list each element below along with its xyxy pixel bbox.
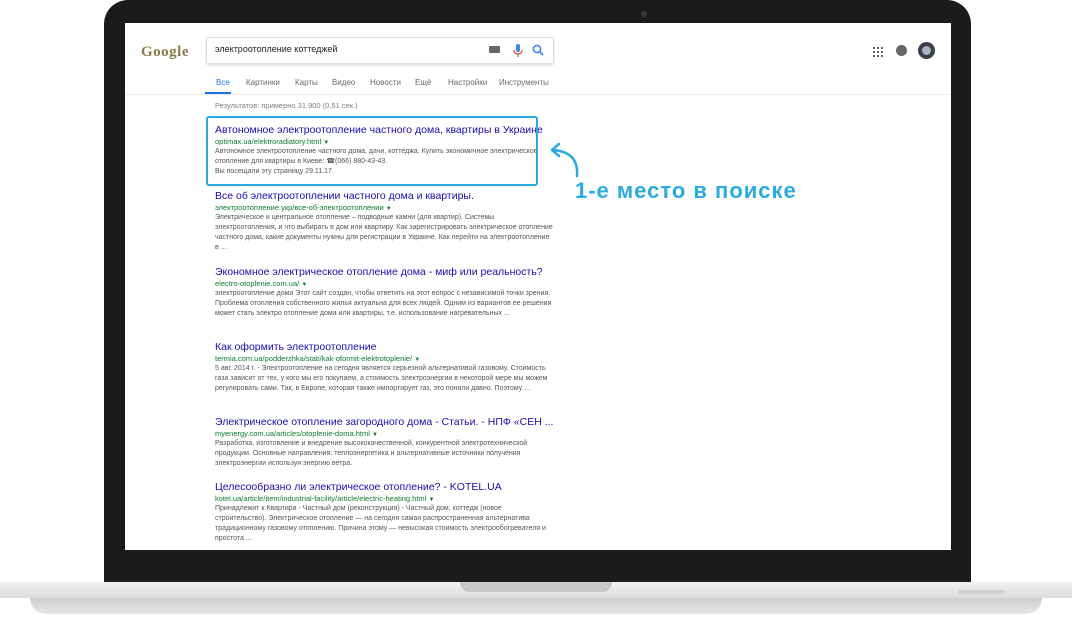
- result-title[interactable]: Как оформить электроотопление: [215, 341, 555, 353]
- notifications-icon[interactable]: [896, 45, 907, 56]
- result-title[interactable]: Электрическое отопление загородного дома…: [215, 416, 555, 428]
- browser-screen: Google Все Картинки Карты Видео Новости …: [125, 23, 951, 550]
- result-snippet: Разработка, изготовление и внедрение выс…: [215, 440, 528, 467]
- search-icon[interactable]: [532, 44, 544, 56]
- search-input[interactable]: [215, 44, 475, 54]
- tabs-divider: [125, 94, 951, 95]
- first-result-highlight: [206, 116, 538, 186]
- result-url: electro-otoplenie.com.ua/ ▼: [215, 279, 555, 288]
- base-notch: [460, 582, 612, 592]
- search-result: Как оформить электроотопление termia.com…: [215, 341, 555, 394]
- avatar[interactable]: [918, 42, 935, 59]
- tab-video[interactable]: Видео: [332, 78, 355, 87]
- tab-all[interactable]: Все: [216, 78, 230, 87]
- tab-settings[interactable]: Настройки: [448, 78, 487, 87]
- search-result: Электрическое отопление загородного дома…: [215, 416, 555, 469]
- apps-grid-icon[interactable]: [873, 47, 883, 57]
- search-result: Целесообразно ли электрическое отопление…: [215, 481, 555, 544]
- annotation-text: 1-е место в поиске: [575, 178, 797, 203]
- search-result: Все об электроотоплении частного дома и …: [215, 190, 555, 253]
- result-snippet: Электрическое и центральное отопление – …: [215, 214, 553, 251]
- camera-icon: [641, 11, 647, 17]
- tab-news[interactable]: Новости: [370, 78, 401, 87]
- result-url: termia.com.ua/podderzhka/stati/kak-oform…: [215, 354, 555, 363]
- caret-down-icon[interactable]: ▼: [386, 206, 392, 212]
- keyboard-icon[interactable]: [489, 46, 500, 53]
- result-url-text[interactable]: kotel.ua/article/item/industrial-facilit…: [215, 494, 426, 503]
- result-url-text[interactable]: electro-otoplenie.com.ua/: [215, 279, 299, 288]
- caret-down-icon[interactable]: ▼: [301, 282, 307, 288]
- caret-down-icon[interactable]: ▼: [428, 497, 434, 503]
- result-url: myenergy.com.ua/articles/otoplenie-doma.…: [215, 429, 555, 438]
- search-box[interactable]: [206, 37, 554, 64]
- result-title[interactable]: Целесообразно ли электрическое отопление…: [215, 481, 555, 493]
- curved-arrow-icon: [550, 142, 579, 178]
- caret-down-icon[interactable]: ▼: [414, 357, 420, 363]
- result-url-text[interactable]: myenergy.com.ua/articles/otoplenie-doma.…: [215, 429, 370, 438]
- result-url-text[interactable]: termia.com.ua/podderzhka/stati/kak-oform…: [215, 354, 412, 363]
- mic-icon[interactable]: [512, 44, 524, 57]
- results-stats: Результатов: примерно 31 900 (0,51 сек.): [215, 101, 358, 110]
- caret-down-icon[interactable]: ▼: [372, 432, 378, 438]
- base-bottom: [30, 598, 1042, 614]
- tab-more[interactable]: Ещё: [415, 78, 431, 87]
- base-indicator: [958, 590, 1004, 594]
- tab-maps[interactable]: Карты: [295, 78, 318, 87]
- result-snippet: Принадлежит к Квартира - Частный дом (ре…: [215, 505, 546, 542]
- result-snippet: 5 авг. 2014 г. - Электроотопление на сег…: [215, 365, 548, 392]
- result-snippet: электроотопление дома Этот сайт создан, …: [215, 290, 552, 317]
- search-result: Экономное электрическое отопление дома -…: [215, 266, 555, 319]
- google-logo[interactable]: Google: [141, 44, 189, 61]
- result-url: kotel.ua/article/item/industrial-facilit…: [215, 494, 555, 503]
- tab-tools[interactable]: Инструменты: [499, 78, 549, 87]
- laptop-base: [0, 582, 1072, 618]
- result-title[interactable]: Все об электроотоплении частного дома и …: [215, 190, 555, 202]
- tab-images[interactable]: Картинки: [246, 78, 280, 87]
- result-title[interactable]: Экономное электрическое отопление дома -…: [215, 266, 555, 278]
- result-url: электроотопление.укр/все-об-электроотопл…: [215, 203, 555, 212]
- result-url-text[interactable]: электроотопление.укр/все-об-электроотопл…: [215, 203, 384, 212]
